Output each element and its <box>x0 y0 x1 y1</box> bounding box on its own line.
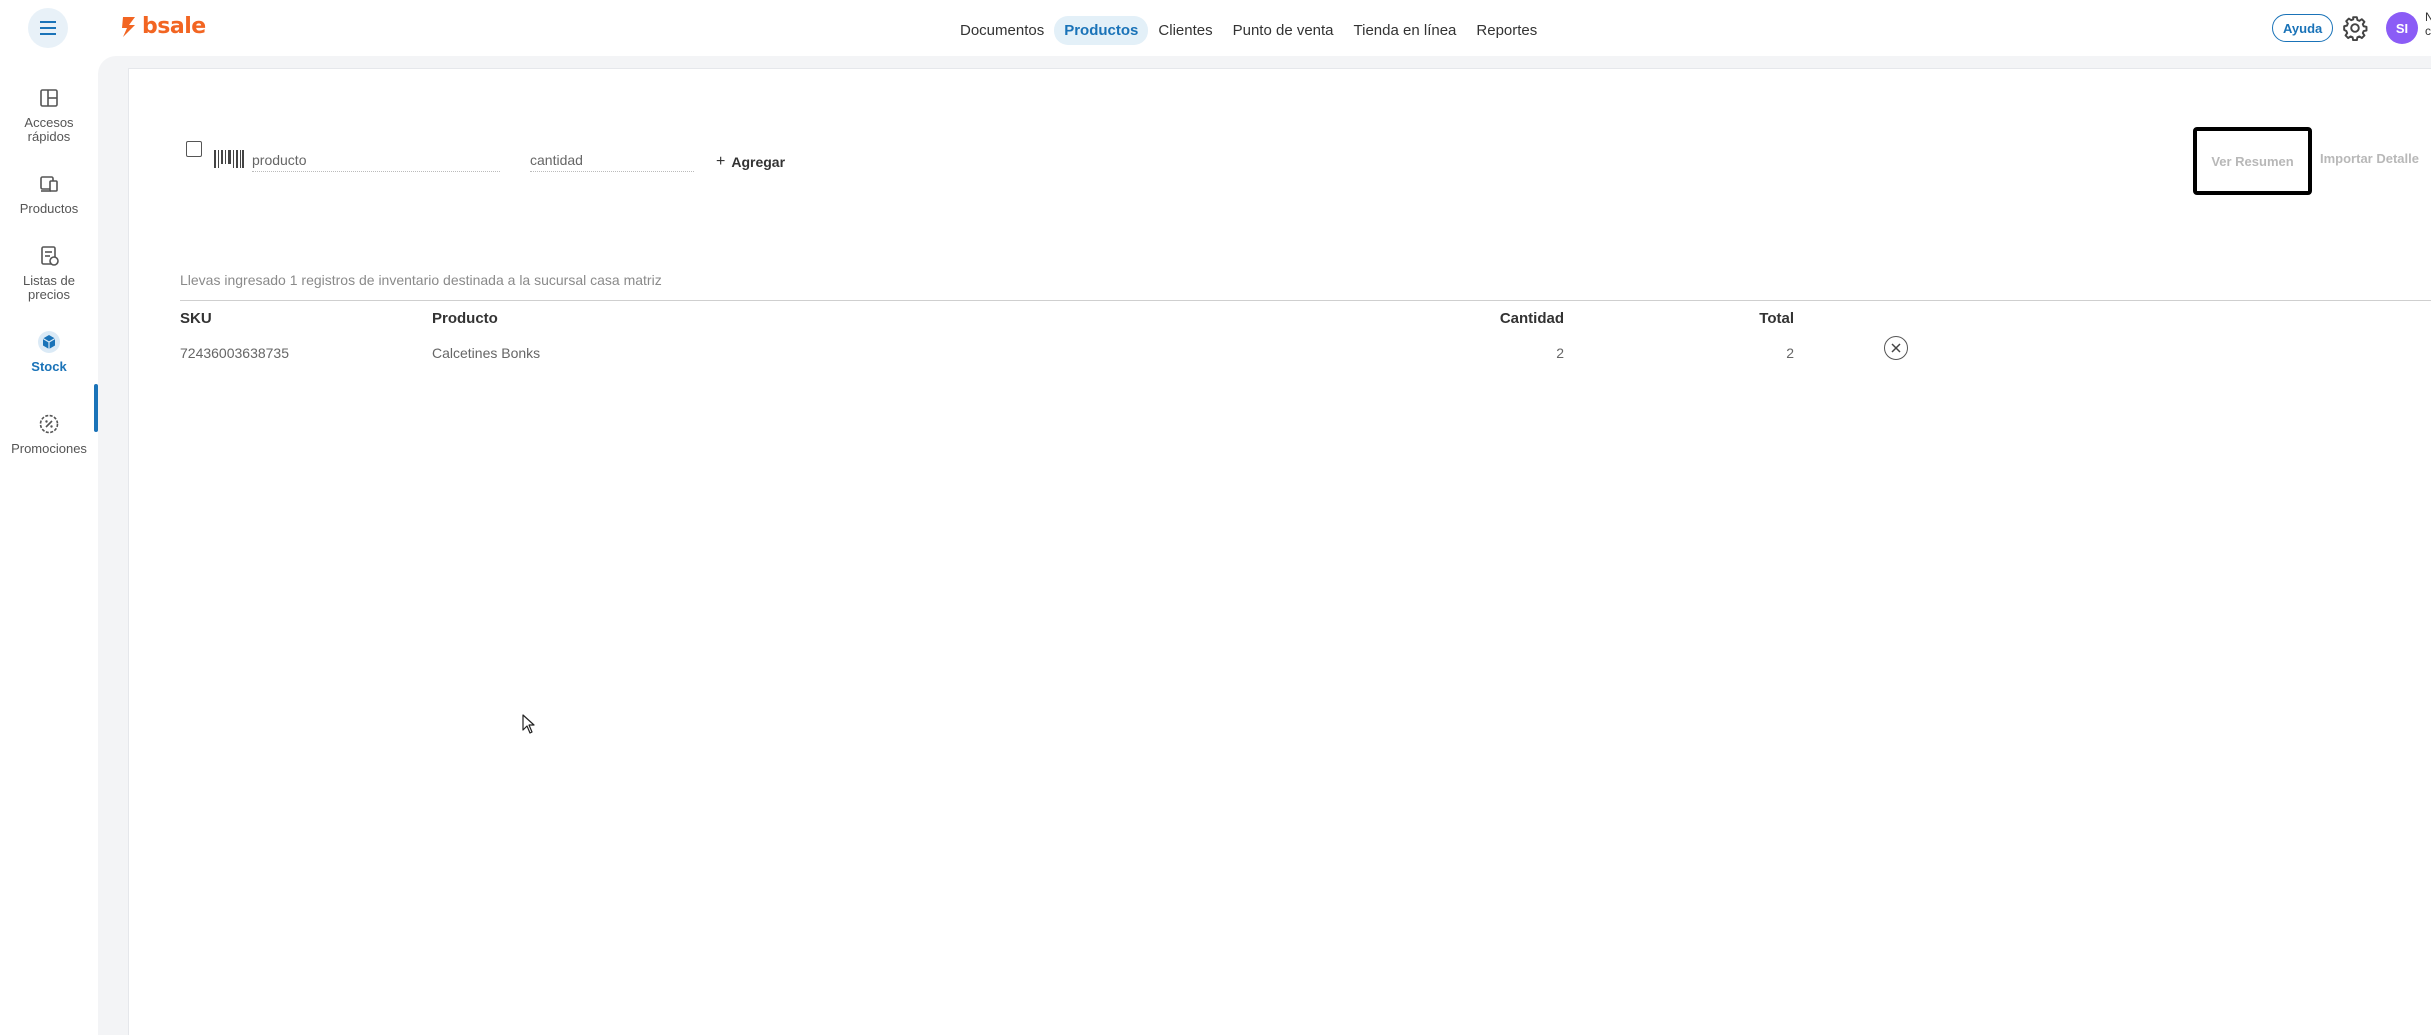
top-navigation: Documentos Productos Clientes Punto de v… <box>950 16 1547 45</box>
close-icon <box>1891 343 1901 353</box>
promotions-icon <box>39 414 59 434</box>
sidebar-item-label: Promociones <box>11 441 87 456</box>
remove-row-button[interactable] <box>1884 336 1908 360</box>
sidebar-item-promociones[interactable]: Promociones <box>0 412 98 456</box>
product-input[interactable] <box>252 148 500 172</box>
bsale-logo[interactable]: bsale <box>120 14 206 39</box>
sidebar-item-label: Stock <box>31 359 67 374</box>
help-button[interactable]: Ayuda <box>2272 14 2334 42</box>
sidebar-item-listas-de-precios[interactable]: Listas de precios <box>0 244 98 302</box>
brand-name: bsale <box>142 14 206 39</box>
content-card <box>128 68 2431 1035</box>
menu-icon <box>40 19 56 37</box>
user-name-truncated: Nc <box>2425 10 2431 38</box>
sidebar-item-accesos-rapidos[interactable]: Accesos rápidos <box>0 86 98 144</box>
cube-icon <box>38 331 60 353</box>
sidebar-item-label: Accesos rápidos <box>24 115 74 144</box>
user-avatar[interactable]: SI <box>2386 12 2418 44</box>
add-button[interactable]: + Agregar <box>716 153 785 171</box>
row-sku: 72436003638735 <box>180 345 290 361</box>
mouse-cursor-icon <box>522 714 535 734</box>
side-navigation: Accesos rápidos Productos Listas de prec… <box>0 56 98 1035</box>
top-bar: bsale Documentos Productos Clientes Punt… <box>0 0 2431 56</box>
nav-reportes[interactable]: Reportes <box>1466 16 1547 45</box>
nav-productos[interactable]: Productos <box>1054 16 1149 45</box>
sidebar-item-stock[interactable]: Stock <box>0 330 98 374</box>
row-quantity: 2 <box>1556 345 1564 361</box>
column-header-quantity: Cantidad <box>1499 310 1564 327</box>
table-divider <box>180 300 2431 301</box>
barcode-icon[interactable] <box>213 148 245 170</box>
quantity-input[interactable] <box>530 148 694 172</box>
nav-punto-de-venta[interactable]: Punto de venta <box>1223 16 1344 45</box>
select-checkbox[interactable] <box>186 141 202 157</box>
sidebar-item-label: Productos <box>19 201 79 216</box>
sidebar-item-label: Listas de precios <box>22 273 76 302</box>
nav-documentos[interactable]: Documentos <box>950 16 1054 45</box>
products-icon <box>40 176 58 192</box>
sidebar-item-productos[interactable]: Productos <box>0 172 98 216</box>
price-list-icon <box>41 246 59 266</box>
plus-icon: + <box>716 153 726 170</box>
view-summary-button[interactable]: Ver Resumen <box>2193 127 2312 195</box>
row-total: 2 <box>1786 345 1794 361</box>
grid-icon <box>40 89 58 107</box>
records-summary-text: Llevas ingresado 1 registros de inventar… <box>180 272 662 288</box>
column-header-total: Total <box>1759 310 1794 327</box>
add-button-label: Agregar <box>731 154 786 170</box>
row-product: Calcetines Bonks <box>432 345 541 361</box>
nav-clientes[interactable]: Clientes <box>1148 16 1222 45</box>
hamburger-menu-button[interactable] <box>28 8 68 48</box>
nav-tienda-en-linea[interactable]: Tienda en línea <box>1344 16 1467 45</box>
column-header-product: Producto <box>432 310 498 327</box>
column-header-sku: SKU <box>180 310 212 327</box>
import-detail-button[interactable]: Importar Detalle <box>2320 151 2419 166</box>
bsale-logo-icon <box>122 16 135 37</box>
gear-icon[interactable] <box>2342 15 2368 41</box>
